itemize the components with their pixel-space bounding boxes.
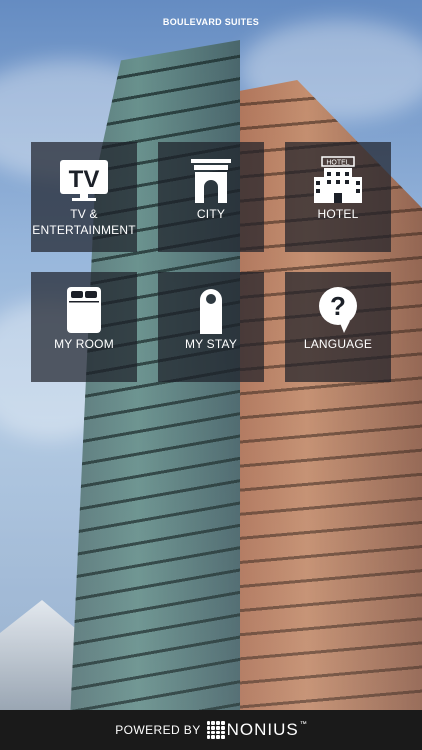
nonius-brand: NONIUS: [226, 720, 299, 739]
trademark-symbol: ™: [299, 720, 307, 728]
hotel-building-icon: HOTEL: [285, 154, 391, 206]
question-bubble-icon: ?: [285, 284, 391, 336]
tile-tv-entertainment[interactable]: TV TV & ENTERTAINMENT: [31, 142, 137, 252]
tile-label: TV & ENTERTAINMENT: [32, 207, 136, 237]
tile-label: HOTEL: [317, 207, 359, 221]
svg-text:?: ?: [330, 291, 346, 321]
hotel-brand-title: BOULEVARD SUITES: [162, 17, 260, 27]
powered-by-label: POWERED BY: [115, 723, 201, 737]
tile-label: LANGUAGE: [303, 337, 373, 351]
tile-my-room[interactable]: MY ROOM: [31, 272, 137, 382]
svg-text:HOTEL: HOTEL: [326, 160, 349, 167]
tile-city[interactable]: CITY: [158, 142, 264, 252]
footer-bar: POWERED BY NONIUS ™: [0, 710, 422, 750]
nonius-logo-icon: [206, 721, 225, 739]
tile-language[interactable]: ? LANGUAGE: [285, 272, 391, 382]
svg-text:TV: TV: [69, 166, 100, 193]
tile-label: MY STAY: [184, 337, 238, 351]
tile-label: CITY: [196, 207, 226, 221]
arch-icon: [158, 154, 264, 206]
tile-hotel[interactable]: HOTEL HOTEL: [285, 142, 391, 252]
tile-my-stay[interactable]: MY STAY: [158, 272, 264, 382]
door-hanger-icon: [158, 284, 264, 336]
bed-icon: [31, 284, 137, 336]
tv-icon: TV: [31, 154, 137, 206]
tile-label: MY ROOM: [54, 337, 114, 351]
